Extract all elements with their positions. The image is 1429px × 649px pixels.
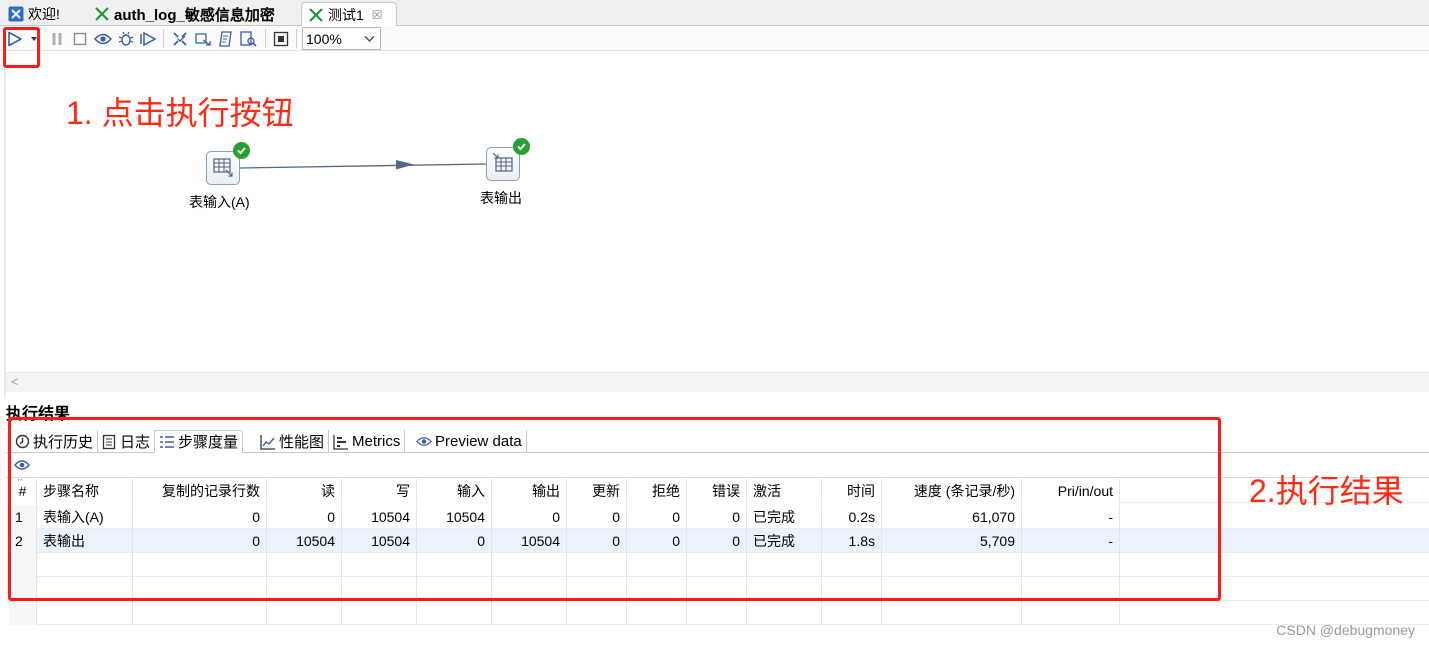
table-cell [417,601,492,625]
table-cell [567,601,627,625]
table-cell [37,601,133,625]
table-cell [492,601,567,625]
success-check-icon [513,138,530,155]
table-output-icon [492,152,514,177]
table-cell [627,601,687,625]
canvas-scrollbar[interactable]: < [6,372,1429,392]
success-check-icon [233,142,250,159]
scroll-left-icon[interactable]: < [11,374,19,389]
step-label: 表输出 [480,190,522,206]
hop-arrow[interactable] [0,0,1429,380]
step-label: 表输入(A) [189,194,250,210]
table-cell [747,601,822,625]
step-table-output[interactable] [486,138,530,181]
table-cell [882,601,1022,625]
annotation-box-run [3,27,40,68]
table-cell [9,601,37,625]
annotation-box-results [8,417,1221,601]
table-cell [133,601,267,625]
table-cell [342,601,417,625]
annotation-step2: 2.执行结果 [1249,473,1404,509]
annotation-step1: 1. 点击执行按钮 [66,95,294,131]
table-cell [687,601,747,625]
table-input-icon [212,156,234,181]
table-cell [1022,601,1120,625]
watermark: CSDN @debugmoney [1276,622,1415,638]
table-cell [267,601,342,625]
step-table-input[interactable] [206,142,250,185]
table-row[interactable] [9,601,1429,625]
table-cell [822,601,882,625]
